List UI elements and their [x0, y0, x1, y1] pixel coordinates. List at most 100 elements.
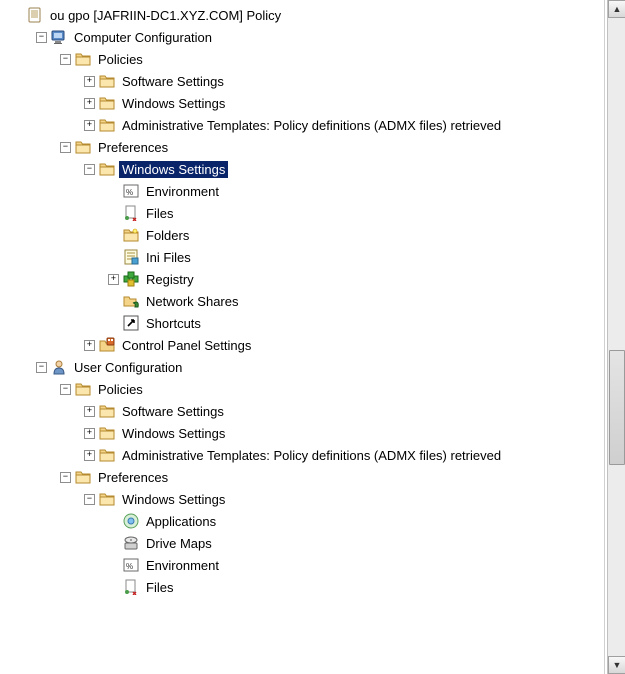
node-cc-preferences[interactable]: − Preferences — [6, 136, 604, 158]
node-uc-windows-settings-policies[interactable]: + Windows Settings — [6, 422, 604, 444]
node-computer-config[interactable]: − Computer Configuration — [6, 26, 604, 48]
node-cc-shortcuts[interactable]: Shortcuts — [6, 312, 604, 334]
tree-item-label[interactable]: Computer Configuration — [71, 29, 215, 46]
tree-item-label[interactable]: Software Settings — [119, 403, 227, 420]
expand-toggle[interactable]: + — [84, 98, 95, 109]
expand-toggle[interactable]: + — [84, 120, 95, 131]
node-cc-environment[interactable]: Environment — [6, 180, 604, 202]
expand-toggle[interactable]: + — [84, 76, 95, 87]
expand-toggle[interactable]: + — [84, 340, 95, 351]
tree-item-label[interactable]: Preferences — [95, 469, 171, 486]
files-icon — [123, 579, 139, 595]
tree-item-label[interactable]: Ini Files — [143, 249, 194, 266]
tree-item-label[interactable]: Applications — [143, 513, 219, 530]
folders-sparkle-icon — [123, 227, 139, 243]
node-cc-folders[interactable]: Folders — [6, 224, 604, 246]
tree-item-label[interactable]: Files — [143, 579, 176, 596]
collapse-toggle[interactable]: − — [60, 472, 71, 483]
apps-icon — [123, 513, 139, 529]
tree-item-label[interactable]: Preferences — [95, 139, 171, 156]
node-cc-windows-settings-prefs[interactable]: − Windows Settings — [6, 158, 604, 180]
collapse-toggle[interactable]: − — [60, 54, 71, 65]
node-root-policy[interactable]: ou gpo [JAFRIIN-DC1.XYZ.COM] Policy — [6, 4, 604, 26]
collapse-toggle[interactable]: − — [60, 142, 71, 153]
folder-icon — [99, 425, 115, 441]
folder-icon — [99, 491, 115, 507]
ctrlpanel-icon — [99, 337, 115, 353]
tree-item-label[interactable]: Shortcuts — [143, 315, 204, 332]
node-uc-policies[interactable]: − Policies — [6, 378, 604, 400]
tree-item-label[interactable]: Windows Settings — [119, 491, 228, 508]
node-user-config[interactable]: − User Configuration — [6, 356, 604, 378]
node-uc-software-settings[interactable]: + Software Settings — [6, 400, 604, 422]
node-cc-control-panel[interactable]: + Control Panel Settings — [6, 334, 604, 356]
node-cc-software-settings[interactable]: + Software Settings — [6, 70, 604, 92]
tree-item-label[interactable]: Policies — [95, 381, 146, 398]
node-uc-preferences[interactable]: − Preferences — [6, 466, 604, 488]
node-cc-ini-files[interactable]: Ini Files — [6, 246, 604, 268]
user-icon — [51, 359, 67, 375]
tree-item-label[interactable]: ou gpo [JAFRIIN-DC1.XYZ.COM] Policy — [47, 7, 284, 24]
tree-item-label[interactable]: Environment — [143, 557, 222, 574]
folder-icon — [75, 51, 91, 67]
files-icon — [123, 205, 139, 221]
tree-item-label[interactable]: Network Shares — [143, 293, 241, 310]
folder-icon — [99, 73, 115, 89]
shares-icon — [123, 293, 139, 309]
scroll-down-button[interactable]: ▼ — [608, 656, 625, 674]
node-uc-admin-templates[interactable]: + Administrative Templates: Policy defini… — [6, 444, 604, 466]
node-cc-network-shares[interactable]: Network Shares — [6, 290, 604, 312]
node-uc-drive-maps[interactable]: Drive Maps — [6, 532, 604, 554]
tree-item-label[interactable]: Folders — [143, 227, 192, 244]
folder-icon — [99, 117, 115, 133]
tree-item-label[interactable]: Control Panel Settings — [119, 337, 254, 354]
env-icon — [123, 557, 139, 573]
scroll-track[interactable] — [608, 18, 625, 656]
tree-item-label[interactable]: Administrative Templates: Policy definit… — [119, 447, 504, 464]
tree-item-label[interactable]: Environment — [143, 183, 222, 200]
tree-item-label[interactable]: Files — [143, 205, 176, 222]
collapse-toggle[interactable]: − — [84, 164, 95, 175]
folder-icon — [99, 403, 115, 419]
tree-item-label[interactable]: Administrative Templates: Policy definit… — [119, 117, 504, 134]
node-uc-windows-settings-prefs[interactable]: − Windows Settings — [6, 488, 604, 510]
scroll-icon — [27, 7, 43, 23]
tree-item-label[interactable]: Policies — [95, 51, 146, 68]
registry-icon — [123, 271, 139, 287]
collapse-toggle[interactable]: − — [84, 494, 95, 505]
vertical-scrollbar[interactable]: ▲ ▼ — [607, 0, 625, 674]
drivemap-icon — [123, 535, 139, 551]
tree-view[interactable]: ou gpo [JAFRIIN-DC1.XYZ.COM] Policy−Comp… — [0, 0, 605, 674]
tree-item-label[interactable]: Drive Maps — [143, 535, 215, 552]
expand-toggle[interactable]: + — [84, 450, 95, 461]
tree-item-label[interactable]: User Configuration — [71, 359, 185, 376]
tree-item-label[interactable]: Windows Settings — [119, 161, 228, 178]
computer-icon — [51, 29, 67, 45]
node-uc-environment[interactable]: Environment — [6, 554, 604, 576]
tree-item-label[interactable]: Windows Settings — [119, 95, 228, 112]
scroll-thumb[interactable] — [609, 350, 625, 465]
collapse-toggle[interactable]: − — [36, 362, 47, 373]
env-icon — [123, 183, 139, 199]
node-cc-registry[interactable]: + Registry — [6, 268, 604, 290]
tree-item-label[interactable]: Registry — [143, 271, 197, 288]
folder-icon — [99, 447, 115, 463]
folder-icon — [75, 139, 91, 155]
collapse-toggle[interactable]: − — [36, 32, 47, 43]
tree-item-label[interactable]: Software Settings — [119, 73, 227, 90]
node-uc-files[interactable]: Files — [6, 576, 604, 598]
collapse-toggle[interactable]: − — [60, 384, 71, 395]
folder-icon — [99, 95, 115, 111]
node-cc-admin-templates[interactable]: + Administrative Templates: Policy defini… — [6, 114, 604, 136]
node-cc-files[interactable]: Files — [6, 202, 604, 224]
scroll-up-button[interactable]: ▲ — [608, 0, 625, 18]
expand-toggle[interactable]: + — [84, 406, 95, 417]
tree-item-label[interactable]: Windows Settings — [119, 425, 228, 442]
folder-icon — [75, 469, 91, 485]
expand-toggle[interactable]: + — [84, 428, 95, 439]
node-cc-policies[interactable]: − Policies — [6, 48, 604, 70]
node-cc-windows-settings-policies[interactable]: + Windows Settings — [6, 92, 604, 114]
folder-icon — [99, 161, 115, 177]
expand-toggle[interactable]: + — [108, 274, 119, 285]
node-uc-applications[interactable]: Applications — [6, 510, 604, 532]
